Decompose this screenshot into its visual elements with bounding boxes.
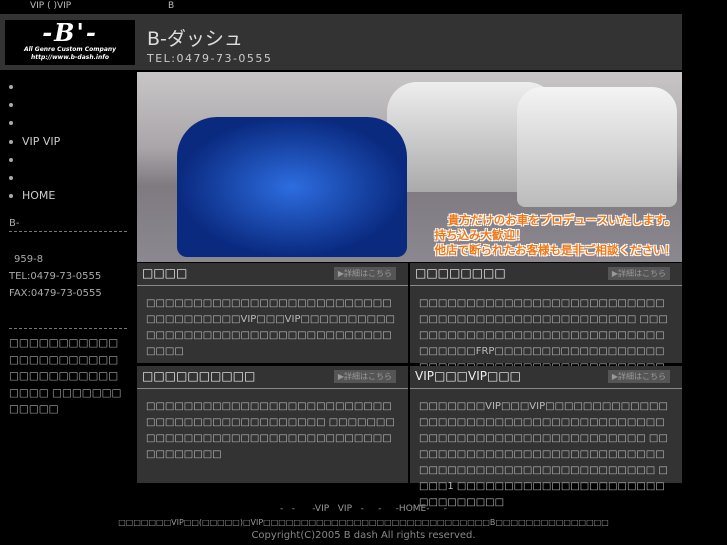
details-button[interactable]: ▶詳細はこちら <box>333 267 396 280</box>
logo-url: http://www.b-dash.info <box>31 54 109 61</box>
divider <box>9 328 127 330</box>
top-tagline: VIP ( )VIP <box>30 1 72 11</box>
bullet-icon <box>9 103 13 108</box>
company-name: B- <box>9 218 20 230</box>
panel-title: □□□□ <box>142 266 188 280</box>
site-title: B-ダッシュ <box>147 28 243 50</box>
sidebar: VIP VIP HOME B- 959-8 TEL:0479-73-0555 F… <box>0 72 136 418</box>
panel: □□□□□□□□□□ ▶詳細はこちら □□□□□□□□□□□□□□□□□□□□□□… <box>137 366 408 483</box>
van-image <box>517 87 677 207</box>
bullet-icon <box>9 175 13 180</box>
site-header: -B'- All Genre Custom Company http://www… <box>0 14 682 70</box>
bullet-icon <box>9 194 13 199</box>
car-image <box>177 117 407 257</box>
sidebar-note: □□□□□□□□□□□□□□□□□□□□□□□□□□□□□□□□□□□□□ □□… <box>9 337 122 416</box>
nav-label: HOME <box>22 189 56 203</box>
panel-title: □□□□□□□□□□ <box>142 369 256 383</box>
bullet-icon <box>9 157 13 162</box>
footer: - - -VIP VIP - - -HOME- - □□□□□□□VIP□□(□… <box>0 503 727 542</box>
panel: VIP□□□VIP□□□ ▶詳細はこちら □□□□□□□VIP□□□VIP□□□□… <box>410 366 682 508</box>
bullet-icon <box>9 121 13 126</box>
fax: FAX:0479-73-0555 <box>9 288 102 300</box>
nav-item[interactable] <box>0 169 136 187</box>
nav-item[interactable] <box>0 114 136 132</box>
top-bar: VIP ( )VIP B <box>0 0 727 14</box>
banner-line: 貴方だけのお車をプロデュースいたします。 <box>447 213 676 227</box>
logo-mark: -B'- <box>42 18 98 47</box>
details-button[interactable]: ▶詳細はこちら <box>607 267 670 280</box>
banner-caption: 貴方だけのお車をプロデュースいたします。 持ち込み大歓迎！ 他店で断られたお客様… <box>435 213 677 258</box>
bullet-icon <box>9 85 13 89</box>
copyright: Copyright(C)2005 B dash All rights reser… <box>251 530 476 541</box>
nav-item[interactable] <box>0 151 136 169</box>
details-button[interactable]: ▶詳細はこちら <box>333 370 396 383</box>
panel-title: VIP□□□VIP□□□ <box>415 369 521 383</box>
panel: □□□□□□□□ ▶詳細はこちら □□□□□□□□□□□□□□□□□□□□□□□□… <box>410 263 682 389</box>
top-center-text: B <box>168 1 175 11</box>
panel-title: □□□□□□□□ <box>415 266 506 280</box>
address: 959-8 <box>14 254 44 266</box>
header-tel: TEL:0479-73-0555 <box>147 52 273 65</box>
panel-body: □□□□□□□□□□□□□□□□□□□□□□□□□□□□□□□□□□□□□□□□… <box>146 401 395 460</box>
nav-label: VIP VIP <box>22 134 61 148</box>
logo[interactable]: -B'- All Genre Custom Company http://www… <box>5 20 135 65</box>
nav-item[interactable] <box>0 96 136 114</box>
bullet-icon <box>9 139 13 144</box>
divider <box>9 231 127 233</box>
banner-line: 他店で断られたお客様も是非ご相談ください！ <box>434 243 677 257</box>
panel: □□□□ ▶詳細はこちら □□□□□□□□□□□□□□□□□□□□□□□□□□□□… <box>137 263 408 363</box>
logo-subtitle: All Genre Custom Company <box>23 46 117 53</box>
nav-item[interactable] <box>0 78 136 96</box>
panel-body: □□□□□□□VIP□□□VIP□□□□□□□□□□□□□□□□□□□□□□□□… <box>419 401 668 508</box>
sidebar-nav: VIP VIP HOME <box>0 72 136 205</box>
footer-description: □□□□□□□VIP□□(□□□□□)□VIP□□□□□□□□□□□□□□□□□… <box>118 518 609 527</box>
nav-item-home[interactable]: HOME <box>0 187 136 205</box>
banner-line: 持ち込み大歓迎！ <box>434 228 527 242</box>
nav-item-vip[interactable]: VIP VIP <box>0 133 136 151</box>
hero-banner: 貴方だけのお車をプロデュースいたします。 持ち込み大歓迎！ 他店で断られたお客様… <box>137 72 682 262</box>
footer-links[interactable]: - - -VIP VIP - - -HOME- - <box>0 503 727 516</box>
tel: TEL:0479-73-0555 <box>9 271 102 283</box>
panel-body: □□□□□□□□□□□□□□□□□□□□□□□□□□□□□□□□□□□□VIP□… <box>146 298 395 357</box>
details-button[interactable]: ▶詳細はこちら <box>607 370 670 383</box>
